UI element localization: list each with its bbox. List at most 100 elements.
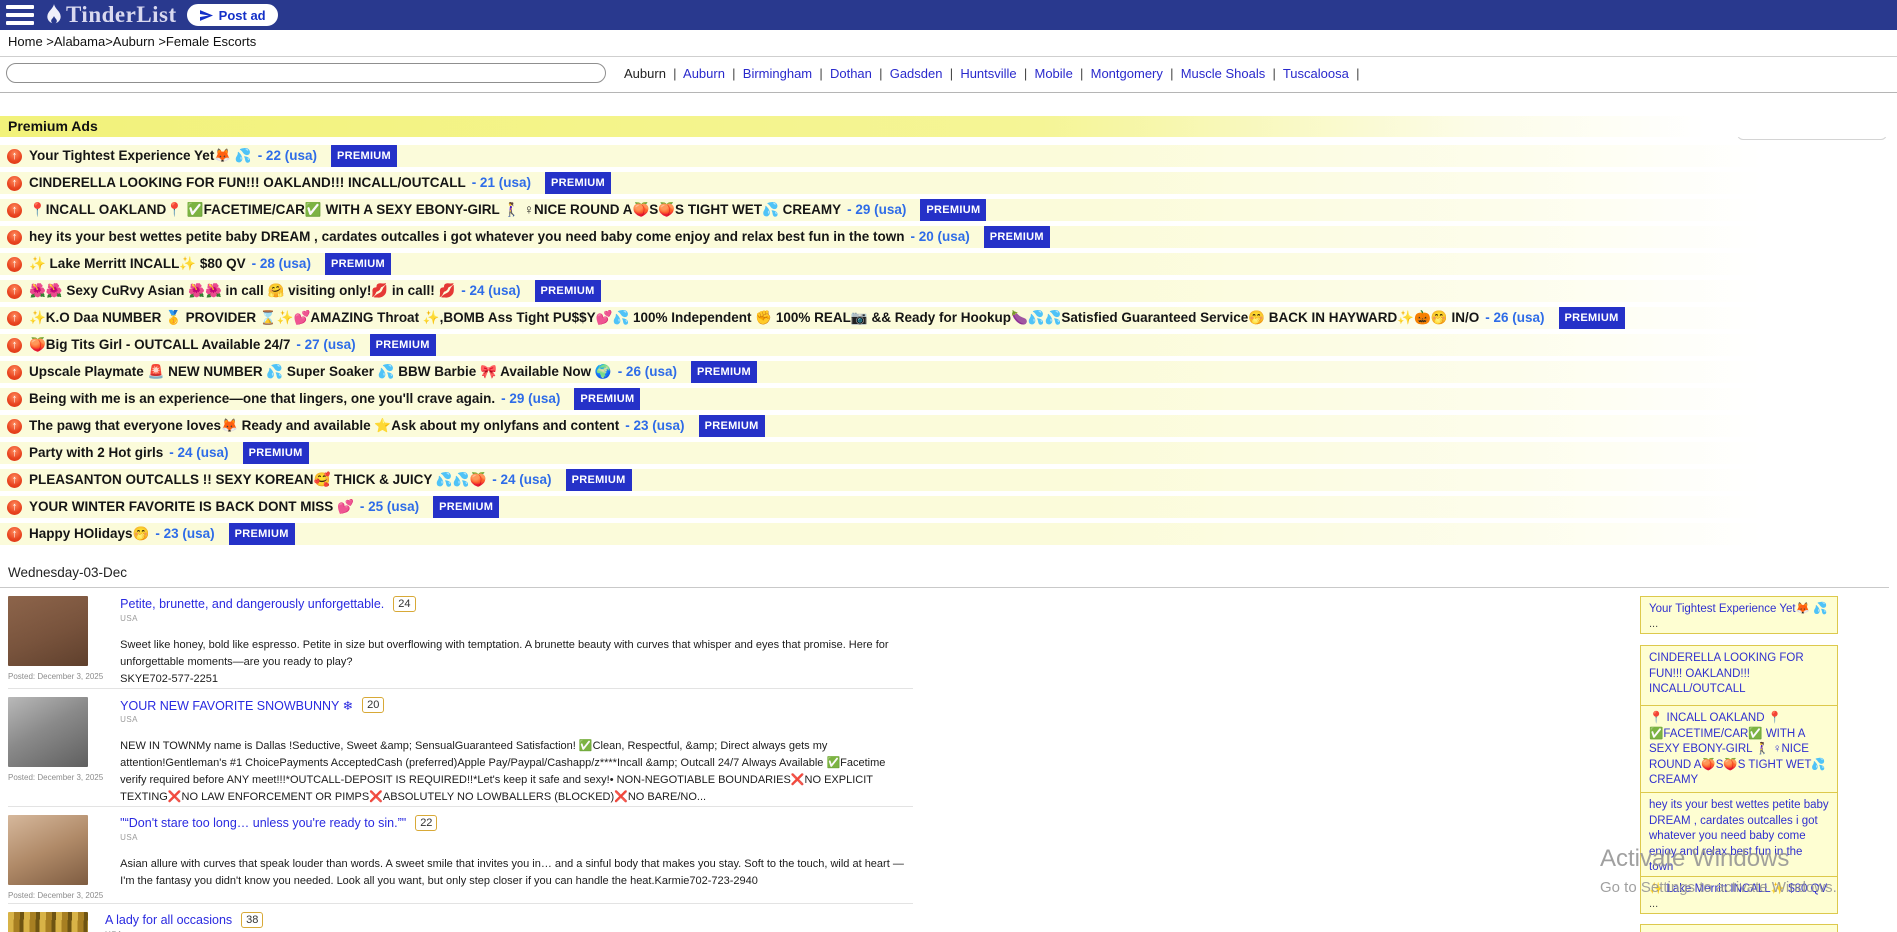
premium-ad-title[interactable]: Your Tightest Experience Yet🦊 💦 (29, 145, 252, 167)
premium-ad-age: - 24 (usa) (461, 280, 520, 302)
age-badge: 38 (241, 912, 263, 928)
premium-ad-row[interactable]: ↑ CINDERELLA LOOKING FOR FUN!!! OAKLAND!… (0, 172, 1894, 194)
premium-ad-row[interactable]: ↑ Party with 2 Hot girls - 24 (usa) PREM… (0, 442, 1894, 464)
city-link-muscle-shoals[interactable]: Muscle Shoals (1181, 66, 1283, 81)
premium-ad-row[interactable]: ↑ 📍INCALL OAKLAND📍 ✅FACETIME/CAR✅ WITH A… (0, 199, 1894, 221)
listing-item: Posted: December 3, 2025 "“Don't stare t… (8, 806, 913, 903)
premium-ad-row[interactable]: ↑ ✨ Lake Merritt INCALL✨ $80 QV - 28 (us… (0, 253, 1894, 275)
city-link-huntsville[interactable]: Huntsville (960, 66, 1034, 81)
listing-title-link[interactable]: "“Don't stare too long… unless you're re… (120, 816, 406, 830)
city-link-birmingham[interactable]: Birmingham (743, 66, 830, 81)
up-arrow-icon: ↑ (7, 311, 22, 326)
listing-location: USA (120, 715, 913, 724)
listing-title-link[interactable]: Petite, brunette, and dangerously unforg… (120, 597, 384, 611)
premium-ad-row[interactable]: ↑ Being with me is an experience—one tha… (0, 388, 1894, 410)
sidebar-ad-box[interactable]: CINDERELLA LOOKING FOR FUN!!! OAKLAND!!!… (1640, 645, 1838, 714)
listings-section: Wednesday-03-Dec Posted: December 3, 202… (8, 565, 913, 932)
up-arrow-icon: ↑ (7, 392, 22, 407)
premium-badge: PREMIUM (984, 226, 1050, 248)
up-arrow-icon: ↑ (7, 176, 22, 191)
sidebar-ad-link[interactable]: CINDERELLA LOOKING FOR FUN!!! OAKLAND!!!… (1649, 651, 1829, 698)
listing-location: USA (120, 614, 913, 623)
city-link-montgomery[interactable]: Montgomery (1091, 66, 1181, 81)
city-link-gadsden[interactable]: Gadsden (890, 66, 961, 81)
sidebar-ad-link[interactable]: Your Tightest Experience Yet🦊 💦 (1649, 602, 1829, 618)
page: TinderList Post ad Home >Alabama>Auburn … (0, 0, 1897, 932)
premium-ad-title[interactable]: Upscale Playmate 🚨 NEW NUMBER 💦 Super So… (29, 361, 612, 383)
up-arrow-icon: ↑ (7, 527, 22, 542)
sidebar-ad-box[interactable]: Your Tightest Experience Yet🦊 💦 ... (1640, 596, 1838, 634)
up-arrow-icon: ↑ (7, 257, 22, 272)
premium-ad-row[interactable]: ↑ Upscale Playmate 🚨 NEW NUMBER 💦 Super … (0, 361, 1894, 383)
premium-ad-title[interactable]: ✨ Lake Merritt INCALL✨ $80 QV (29, 253, 246, 275)
up-arrow-icon: ↑ (7, 473, 22, 488)
city-link-mobile[interactable]: Mobile (1035, 66, 1091, 81)
sidebar-ad-more[interactable]: ... (1649, 898, 1829, 910)
age-badge: 20 (362, 697, 384, 713)
premium-ad-title[interactable]: 📍INCALL OAKLAND📍 ✅FACETIME/CAR✅ WITH A S… (29, 199, 841, 221)
sidebar-ad-more[interactable]: ... (1649, 618, 1829, 630)
premium-ad-age: - 24 (usa) (492, 469, 551, 491)
premium-badge: PREMIUM (699, 415, 765, 437)
premium-ad-row[interactable]: ↑ The pawg that everyone loves🦊 Ready an… (0, 415, 1894, 437)
city-links: AuburnAuburnBirminghamDothanGadsdenHunts… (624, 66, 1367, 81)
premium-ad-title[interactable]: The pawg that everyone loves🦊 Ready and … (29, 415, 619, 437)
breadcrumb[interactable]: Home >Alabama>Auburn >Female Escorts (8, 34, 256, 49)
post-ad-button[interactable]: Post ad (187, 4, 278, 26)
menu-icon[interactable] (6, 5, 34, 25)
posted-date: Posted: December 3, 2025 (8, 672, 103, 681)
premium-ad-title[interactable]: ✨K.O Daa NUMBER 🥇 PROVIDER ⌛✨💕AMAZING Th… (29, 307, 1479, 329)
sidebar-ad-link[interactable]: hey its your best wettes petite baby DRE… (1649, 798, 1829, 876)
premium-ad-title[interactable]: Happy HOlidays🤭 (29, 523, 149, 545)
listing-photo[interactable] (8, 912, 88, 932)
site-logo-text: TinderList (66, 2, 177, 28)
city-link-dothan[interactable]: Dothan (830, 66, 890, 81)
sidebar-ad-box[interactable]: 📍 INCALL OAKLAND 📍 ✅FACETIME/CAR✅ WITH A… (1640, 705, 1838, 805)
premium-badge: PREMIUM (243, 442, 309, 464)
premium-badge: PREMIUM (920, 199, 986, 221)
site-logo[interactable]: TinderList (44, 2, 177, 28)
age-badge: 24 (393, 596, 415, 612)
premium-ad-title[interactable]: CINDERELLA LOOKING FOR FUN!!! OAKLAND!!!… (29, 172, 466, 194)
listing-title-link[interactable]: A lady for all occasions (105, 913, 232, 927)
up-arrow-icon: ↑ (7, 230, 22, 245)
premium-ad-row[interactable]: ↑ hey its your best wettes petite baby D… (0, 226, 1894, 248)
up-arrow-icon: ↑ (7, 203, 22, 218)
city-current: Auburn (624, 66, 683, 81)
listing-photo[interactable] (8, 815, 88, 885)
premium-ad-row[interactable]: ↑ Your Tightest Experience Yet🦊 💦 - 22 (… (0, 145, 1894, 167)
sidebar-ad-box[interactable] (1640, 924, 1838, 932)
premium-ad-row[interactable]: ↑ Happy HOlidays🤭 - 23 (usa) PREMIUM (0, 523, 1894, 545)
up-arrow-icon: ↑ (7, 149, 22, 164)
premium-badge: PREMIUM (1559, 307, 1625, 329)
sidebar-ad-link[interactable]: 📍 INCALL OAKLAND 📍 ✅FACETIME/CAR✅ WITH A… (1649, 711, 1829, 789)
premium-ad-title[interactable]: PLEASANTON OUTCALLS !! SEXY KOREAN🥰 THIC… (29, 469, 486, 491)
premium-ad-title[interactable]: 🍑Big Tits Girl - OUTCALL Available 24/7 (29, 334, 290, 356)
premium-ad-row[interactable]: ↑ PLEASANTON OUTCALLS !! SEXY KOREAN🥰 TH… (0, 469, 1894, 491)
premium-ad-title[interactable]: Party with 2 Hot girls (29, 442, 163, 464)
premium-ad-age: - 23 (usa) (625, 415, 684, 437)
listing-title-link[interactable]: YOUR NEW FAVORITE SNOWBUNNY ❄ (120, 698, 353, 713)
listing-photo[interactable] (8, 697, 88, 767)
sidebar-ad-box[interactable]: ✨ Lake Merritt INCALL✨ $80 QV ... (1640, 876, 1838, 914)
premium-badge: PREMIUM (229, 523, 295, 545)
premium-badge: PREMIUM (325, 253, 391, 275)
city-link-tuscaloosa[interactable]: Tuscaloosa (1283, 66, 1367, 81)
premium-ad-age: - 25 (usa) (360, 496, 419, 518)
premium-ad-title[interactable]: hey its your best wettes petite baby DRE… (29, 226, 904, 248)
top-navbar: TinderList Post ad (0, 0, 1897, 30)
premium-ad-title[interactable]: 🌺🌺 Sexy CuRvy Asian 🌺🌺 in call 🤗 visitin… (29, 280, 455, 302)
premium-ad-age: - 21 (usa) (472, 172, 531, 194)
premium-badge: PREMIUM (370, 334, 436, 356)
search-input[interactable] (6, 63, 606, 83)
premium-ad-title[interactable]: YOUR WINTER FAVORITE IS BACK DONT MISS 💕 (29, 496, 354, 518)
listing-photo[interactable] (8, 596, 88, 666)
premium-ad-row[interactable]: ↑ ✨K.O Daa NUMBER 🥇 PROVIDER ⌛✨💕AMAZING … (0, 307, 1894, 329)
premium-ad-row[interactable]: ↑ YOUR WINTER FAVORITE IS BACK DONT MISS… (0, 496, 1894, 518)
premium-ad-row[interactable]: ↑ 🌺🌺 Sexy CuRvy Asian 🌺🌺 in call 🤗 visit… (0, 280, 1894, 302)
premium-ad-row[interactable]: ↑ 🍑Big Tits Girl - OUTCALL Available 24/… (0, 334, 1894, 356)
premium-ad-title[interactable]: Being with me is an experience—one that … (29, 388, 495, 410)
listing-location: USA (120, 833, 913, 842)
sidebar-ad-link[interactable]: ✨ Lake Merritt INCALL✨ $80 QV (1649, 882, 1829, 898)
city-link-auburn[interactable]: Auburn (683, 66, 743, 81)
